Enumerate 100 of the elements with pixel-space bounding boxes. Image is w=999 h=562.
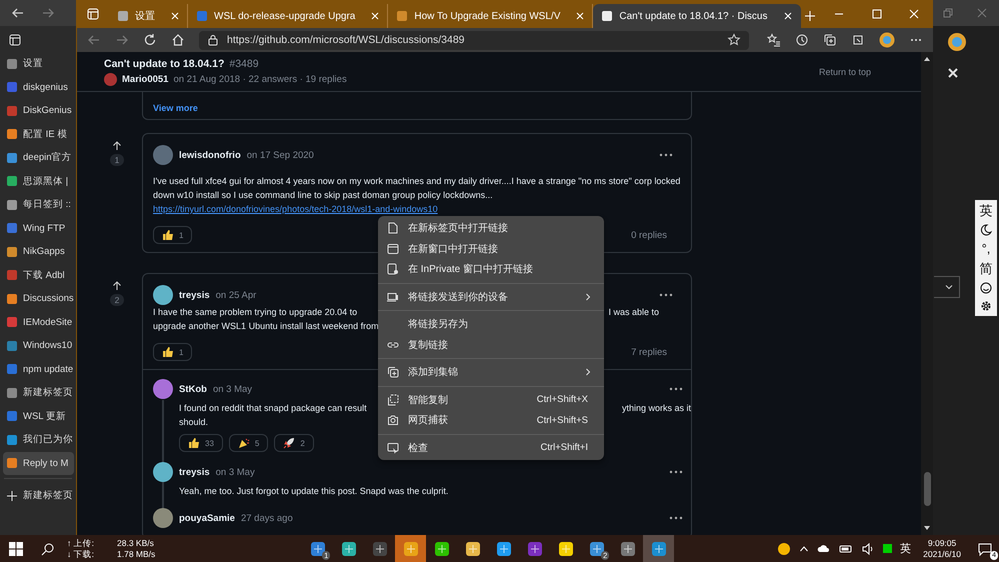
scroll-down-icon[interactable] xyxy=(923,524,931,532)
scrollbar[interactable] xyxy=(921,52,933,535)
avatar xyxy=(153,462,173,482)
comment-text: I've used full xfce4 gui for almost 4 years now on my work machines and my daily driver....I have a strange "no ms store" corp locked down w10 install so I use command line to skip past doman group policy lockdowns... xyxy=(153,175,681,202)
vertical-tab[interactable]: DiskGenius xyxy=(0,99,76,122)
reaction-button[interactable]: 1 xyxy=(153,343,192,361)
moon-icon[interactable] xyxy=(980,224,992,236)
notification-icon[interactable] xyxy=(977,540,993,556)
punctuation-toggle[interactable]: °, xyxy=(982,242,990,256)
more-options-icon[interactable] xyxy=(659,153,673,157)
comment-link[interactable]: https://tinyurl.com/donofriovines/photos/tech-2018/wsl1-and-windows10 xyxy=(153,202,681,216)
comment-date: on 25 Apr xyxy=(216,290,256,300)
forward-icon[interactable] xyxy=(115,33,129,47)
circle-icon[interactable] xyxy=(777,542,792,556)
menu-item[interactable]: 将链接另存为 xyxy=(378,314,604,334)
reaction-button[interactable]: 33 xyxy=(179,434,223,452)
browser-tab[interactable]: Can't update to 18.04.1? · Discus xyxy=(593,4,800,28)
menu-item[interactable]: 将链接发送到你的设备 xyxy=(378,286,604,307)
close-tab-icon[interactable] xyxy=(371,12,380,20)
download-speed: 1.78 MB/s xyxy=(117,548,156,560)
vertical-tab[interactable]: WSL 更新 xyxy=(0,404,76,428)
dropdown-field[interactable] xyxy=(934,276,960,298)
upvote-icon[interactable] xyxy=(112,281,122,291)
menu-item[interactable]: 在新窗口中打开链接 xyxy=(378,238,604,259)
vertical-tab[interactable]: IEModeSite xyxy=(0,310,76,334)
history-icon[interactable] xyxy=(795,33,809,47)
vertical-tab[interactable]: 我们已为你 xyxy=(0,428,76,452)
vertical-tab[interactable]: Wing FTP xyxy=(0,216,76,240)
author-name[interactable]: treysis xyxy=(179,290,210,300)
menu-item[interactable]: 网页捕获 Ctrl+Shift+S xyxy=(378,410,604,430)
vertical-tab[interactable]: 新建标签页 xyxy=(0,381,76,404)
close-icon xyxy=(909,9,920,19)
clock[interactable]: 9:09:05 2021/6/10 xyxy=(923,538,961,560)
scroll-thumb[interactable] xyxy=(924,472,930,506)
avatar xyxy=(104,72,117,86)
author-name[interactable]: StKob xyxy=(179,384,207,394)
windows-logo-icon[interactable] xyxy=(9,542,23,556)
language-toggle[interactable]: 英 xyxy=(980,204,992,218)
return-to-top-link[interactable]: Return to top xyxy=(818,66,871,76)
upvote-icon[interactable] xyxy=(112,141,122,151)
view-more-link[interactable]: View more xyxy=(153,103,198,113)
collections-icon[interactable] xyxy=(823,33,837,47)
site-icon xyxy=(6,128,18,140)
vertical-tab[interactable]: Windows10 xyxy=(0,334,76,358)
close-tab-icon[interactable] xyxy=(171,12,179,20)
author-name[interactable]: Mario0051 xyxy=(122,74,168,84)
favorites-icon[interactable] xyxy=(767,33,781,47)
new-tab-button[interactable]: 新建标签页 xyxy=(0,484,76,508)
tab-layout-icon[interactable] xyxy=(9,34,21,46)
add-favorite-icon[interactable] xyxy=(727,33,741,47)
home-icon[interactable] xyxy=(171,33,185,47)
close-tab-icon[interactable] xyxy=(784,12,792,20)
author-name[interactable]: lewisdonofrio xyxy=(179,150,241,160)
reaction-button[interactable]: 5 xyxy=(228,434,268,452)
author-name[interactable]: treysis xyxy=(179,466,210,478)
vertical-tab[interactable]: 每日签到 :: xyxy=(0,193,76,216)
more-options-icon[interactable] xyxy=(659,293,673,297)
close-tab-icon[interactable] xyxy=(576,12,584,20)
profile-avatar[interactable] xyxy=(879,32,895,48)
vertical-tab[interactable]: npm update xyxy=(0,358,76,381)
thumbs-up-icon xyxy=(188,437,200,449)
menu-item[interactable]: 添加到集锦 xyxy=(378,362,604,382)
menu-item[interactable]: 在新标签页中打开链接 xyxy=(378,218,604,238)
plus-icon xyxy=(6,490,18,502)
maximize-icon xyxy=(872,9,882,19)
smiley-icon[interactable] xyxy=(980,282,992,294)
more-options-icon[interactable] xyxy=(669,387,683,391)
chevron-up-icon[interactable] xyxy=(799,544,810,554)
vertical-tab[interactable]: deepin官方 xyxy=(0,146,76,170)
menu-item[interactable]: 智能复制 Ctrl+Shift+X xyxy=(378,390,604,410)
back-icon[interactable] xyxy=(11,6,25,20)
reaction-button[interactable]: 1 xyxy=(153,226,192,244)
search-icon[interactable] xyxy=(41,542,55,556)
scroll-up-icon[interactable] xyxy=(923,55,931,63)
script-toggle[interactable]: 简 xyxy=(980,262,992,276)
restore-icon[interactable] xyxy=(943,8,953,18)
forward-icon[interactable] xyxy=(41,6,55,20)
vertical-tab[interactable]: Discussions xyxy=(0,287,76,310)
menu-item[interactable]: 在 InPrivate 窗口中打开链接 xyxy=(378,259,604,280)
vertical-tab[interactable]: 配置 IE 模 xyxy=(0,122,76,146)
profile-avatar[interactable] xyxy=(947,32,967,52)
comment-date: on 3 May xyxy=(216,466,255,478)
vertical-tab[interactable]: NikGapps xyxy=(0,240,76,264)
menu-item[interactable]: 复制链接 xyxy=(378,334,604,355)
vertical-tab[interactable]: 思源黑体 | xyxy=(0,170,76,193)
address-field[interactable]: https://github.com/microsoft/WSL/discussions/3489 xyxy=(199,30,749,50)
more-options-icon[interactable] xyxy=(669,470,683,474)
menu-item[interactable]: 检查 Ctrl+Shift+I xyxy=(378,438,604,458)
settings-icon[interactable] xyxy=(980,300,992,312)
author-name[interactable]: pouyaSamie xyxy=(179,512,235,524)
reaction-button[interactable]: 2 xyxy=(274,434,314,452)
input-language-indicator[interactable]: 英 xyxy=(900,541,912,556)
vertical-tab[interactable]: 下载 Adbl xyxy=(0,264,76,287)
more-options-icon[interactable] xyxy=(669,516,683,520)
vertical-tab[interactable]: Reply to M xyxy=(3,452,74,475)
vertical-tab[interactable]: 设置 xyxy=(0,52,76,76)
refresh-icon[interactable] xyxy=(143,33,157,47)
status-square-icon[interactable] xyxy=(883,544,892,553)
vertical-tab[interactable]: diskgenius xyxy=(0,76,76,99)
site-icon xyxy=(6,457,18,470)
